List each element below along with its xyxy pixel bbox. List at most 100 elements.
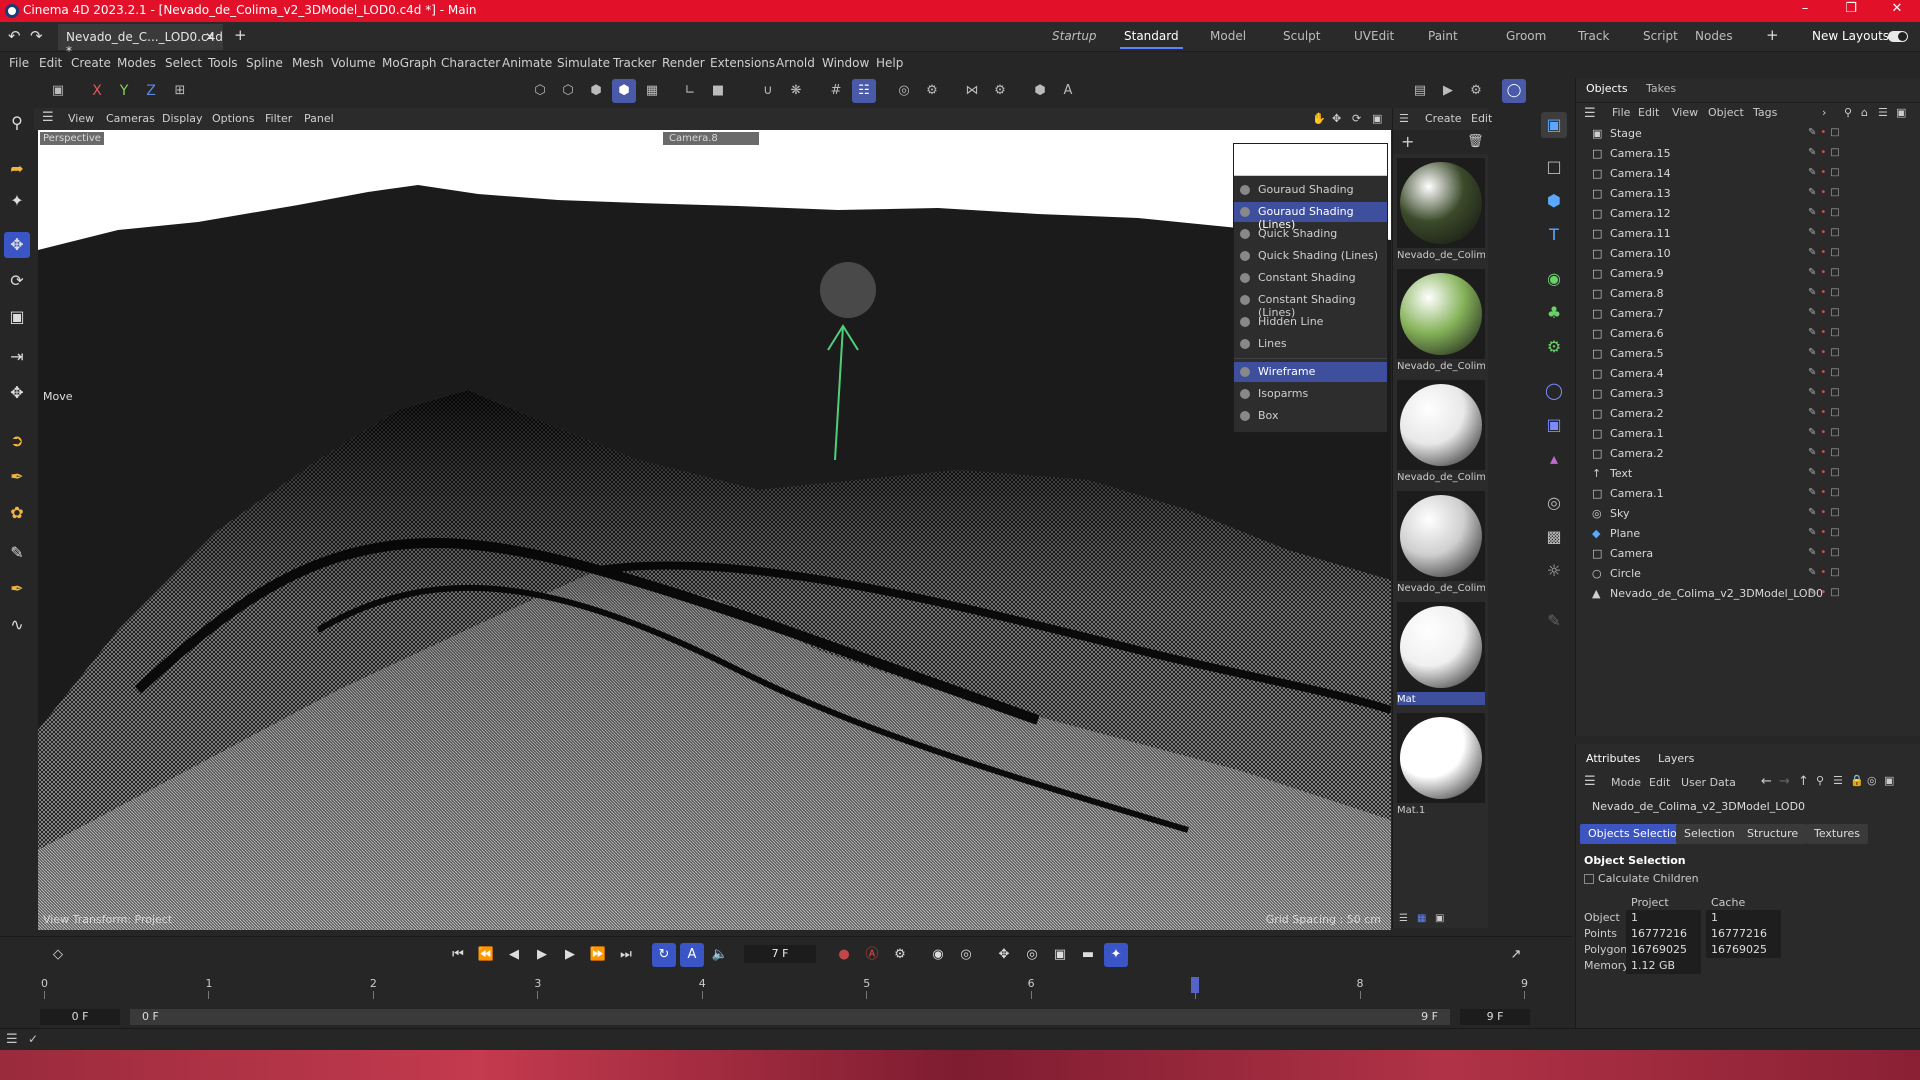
- lasso-icon[interactable]: ➲: [4, 428, 30, 454]
- shading-option-gouraud-shading-lines[interactable]: Gouraud Shading (Lines): [1234, 202, 1387, 231]
- object-row[interactable]: □ Camera ✎•□: [1576, 544, 1920, 564]
- material-item[interactable]: Nevado_de_Colim: [1397, 491, 1485, 599]
- layout-tab-track[interactable]: Track: [1578, 29, 1609, 43]
- material-item[interactable]: Nevado_de_Colim: [1397, 269, 1485, 377]
- camera-object-icon[interactable]: ▩: [1541, 524, 1567, 550]
- polygons-mode-icon[interactable]: ⬢: [584, 79, 608, 103]
- scale-tool-icon[interactable]: ▣: [4, 304, 30, 330]
- tab-objects[interactable]: Objects: [1586, 82, 1628, 95]
- knife-icon[interactable]: ✒: [4, 576, 30, 602]
- object-row[interactable]: □ Camera.11 ✎•□: [1576, 224, 1920, 244]
- layout-tab-script[interactable]: Script: [1643, 29, 1678, 43]
- shading-option-lines[interactable]: Lines: [1234, 334, 1387, 354]
- next-key-icon[interactable]: ⏩: [586, 943, 610, 967]
- render-to-viewer-icon[interactable]: ▶: [1436, 79, 1460, 103]
- objects-menu-file[interactable]: File: [1612, 106, 1630, 119]
- large-view-icon[interactable]: ▣: [1435, 913, 1444, 924]
- objects-menu-view[interactable]: View: [1672, 106, 1698, 119]
- snap-enable-icon[interactable]: ☷: [852, 79, 876, 103]
- objects-hamburger-icon[interactable]: ☰: [1584, 106, 1596, 121]
- key-param-icon[interactable]: ◎: [1020, 943, 1044, 967]
- go-to-end-icon[interactable]: ⏭: [614, 943, 638, 967]
- viewport-menu-filter[interactable]: Filter: [265, 112, 292, 125]
- symmetry-icon[interactable]: ⋈: [960, 79, 984, 103]
- object-row[interactable]: □ Camera.2 ✎•□: [1576, 444, 1920, 464]
- menu-tracker[interactable]: Tracker: [613, 56, 656, 70]
- visibility-toggles[interactable]: ✎•□: [1808, 447, 1844, 458]
- menu-mograph[interactable]: MoGraph: [382, 56, 437, 70]
- render-settings-icon[interactable]: ⚙: [1464, 79, 1488, 103]
- orbit-icon[interactable]: ⟳: [1352, 112, 1361, 125]
- sound-icon[interactable]: 🔈: [708, 943, 732, 967]
- keyframe-mode-icon[interactable]: ◇: [46, 943, 70, 967]
- new-layouts-button[interactable]: New Layouts: [1812, 29, 1889, 43]
- objects-manager-icon[interactable]: ▣: [1541, 112, 1567, 138]
- object-row[interactable]: □ Camera.13 ✎•□: [1576, 184, 1920, 204]
- objects-menu-tags[interactable]: Tags: [1753, 106, 1777, 119]
- motion-system-icon[interactable]: ✦: [1104, 943, 1128, 967]
- cube-outline-icon[interactable]: □: [1541, 154, 1567, 180]
- menu-character[interactable]: Character: [441, 56, 500, 70]
- viewport-camera-label[interactable]: Camera.8: [663, 132, 759, 145]
- viewport-menu-panel[interactable]: Panel: [304, 112, 334, 125]
- sculpt-icon[interactable]: ✿: [4, 500, 30, 526]
- soft-selection-icon[interactable]: ❋: [784, 79, 808, 103]
- menu-more-icon[interactable]: ›: [1822, 106, 1826, 119]
- object-row[interactable]: ▣ Stage ✎•□: [1576, 124, 1920, 144]
- object-row[interactable]: □ Camera.15 ✎•□: [1576, 144, 1920, 164]
- play-icon[interactable]: ▶: [530, 943, 554, 967]
- layout-tab-startup[interactable]: Startup: [1052, 29, 1097, 43]
- layout-tab-uvedit[interactable]: UVEdit: [1354, 29, 1394, 43]
- interpolation-icon[interactable]: ▬: [1076, 943, 1100, 967]
- menu-render[interactable]: Render: [662, 56, 705, 70]
- visibility-toggles[interactable]: ✎•□: [1808, 547, 1844, 558]
- visibility-toggles[interactable]: ✎•□: [1808, 327, 1844, 338]
- menu-animate[interactable]: Animate: [502, 56, 552, 70]
- record-icon[interactable]: ●: [832, 943, 856, 967]
- redshift-icon[interactable]: ◯: [1502, 79, 1526, 103]
- light-icon[interactable]: ☼: [1541, 558, 1567, 584]
- workplane-icon[interactable]: ◎: [892, 79, 916, 103]
- layout-tab-model[interactable]: Model: [1210, 29, 1246, 43]
- shading-option-hidden-line[interactable]: Hidden Line: [1234, 312, 1387, 332]
- shading-option-box[interactable]: Box: [1234, 406, 1387, 426]
- magnet-icon[interactable]: ∪: [756, 79, 780, 103]
- brush-icon[interactable]: ✎: [4, 540, 30, 566]
- z-axis-lock[interactable]: Z: [140, 79, 162, 103]
- object-row[interactable]: □ Camera.5 ✎•□: [1576, 344, 1920, 364]
- tab-takes[interactable]: Takes: [1646, 82, 1676, 95]
- generator-icon[interactable]: ◉: [1541, 266, 1567, 292]
- restore-icon[interactable]: ❐: [1828, 1, 1874, 16]
- forward-arrow-icon[interactable]: →: [1779, 774, 1790, 789]
- pen-icon[interactable]: ✒: [4, 464, 30, 490]
- move-tool-icon[interactable]: ✥: [4, 232, 30, 258]
- add-material-icon[interactable]: +: [1401, 132, 1414, 151]
- visibility-toggles[interactable]: ✎•□: [1808, 407, 1844, 418]
- visibility-toggles[interactable]: ✎•□: [1808, 347, 1844, 358]
- shading-option-wireframe[interactable]: Wireframe: [1234, 362, 1387, 382]
- add-layout-icon[interactable]: +: [1766, 26, 1779, 44]
- visibility-toggles[interactable]: ✎•□: [1808, 207, 1844, 218]
- menu-modes[interactable]: Modes: [117, 56, 156, 70]
- material-hamburger-icon[interactable]: ☰: [1399, 112, 1409, 125]
- layout-tab-nodes[interactable]: Nodes: [1695, 29, 1733, 43]
- tab-layers[interactable]: Layers: [1658, 752, 1694, 765]
- layout-tab-standard[interactable]: Standard: [1120, 29, 1183, 49]
- object-row[interactable]: □ Camera.9 ✎•□: [1576, 264, 1920, 284]
- objects-selection-button[interactable]: Objects Selection: [1580, 824, 1692, 844]
- object-row[interactable]: □ Camera.10 ✎•□: [1576, 244, 1920, 264]
- loop-icon[interactable]: ↻: [652, 943, 676, 967]
- menu-extensions[interactable]: Extensions: [710, 56, 775, 70]
- spline-icon[interactable]: ▴: [1541, 446, 1567, 472]
- layout-toggle[interactable]: [1888, 31, 1908, 42]
- visibility-toggles[interactable]: ✎•□: [1808, 527, 1844, 538]
- menu-volume[interactable]: Volume: [331, 56, 376, 70]
- object-row[interactable]: □ Camera.7 ✎•□: [1576, 304, 1920, 324]
- shading-option-isoparms[interactable]: Isoparms: [1234, 384, 1387, 404]
- menu-help[interactable]: Help: [876, 56, 903, 70]
- status-check-icon[interactable]: ✓: [28, 1032, 38, 1046]
- go-to-start-icon[interactable]: ⏮: [446, 943, 470, 967]
- selection-button[interactable]: Selection: [1676, 824, 1743, 844]
- deformer-icon[interactable]: ◯: [1541, 378, 1567, 404]
- object-row[interactable]: □ Camera.2 ✎•□: [1576, 404, 1920, 424]
